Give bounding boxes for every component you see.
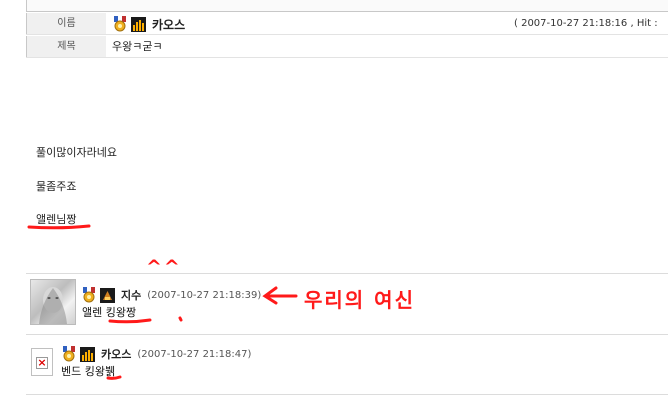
broken-image-icon: × bbox=[31, 348, 53, 376]
annotation-note: 우리의 여신 bbox=[304, 288, 415, 312]
level-icon bbox=[131, 16, 146, 32]
name-label: 이름 bbox=[26, 13, 106, 34]
post-meta: ( 2007-10-27 21:18:16 , Hit : bbox=[514, 18, 658, 29]
post-subject: 우왕ㅋ굳ㅋ bbox=[112, 40, 163, 53]
comment-text: 벤드 킹왕뷁 bbox=[61, 365, 116, 378]
annotation-smile: ^^ bbox=[146, 256, 182, 278]
comment-header: 카오스 (2007-10-27 21:18:47) bbox=[61, 346, 251, 362]
comment-divider bbox=[26, 394, 668, 395]
medal-icon bbox=[61, 346, 77, 362]
comment-text: 앨렌 킹왕짱 bbox=[82, 306, 137, 319]
comment-author[interactable]: 지수 bbox=[121, 287, 141, 303]
comment-author[interactable]: 카오스 bbox=[101, 346, 131, 362]
subject-label: 제목 bbox=[26, 36, 106, 57]
annotation-strokes bbox=[27, 224, 298, 380]
level-icon bbox=[80, 346, 95, 362]
medal-icon bbox=[112, 16, 128, 32]
level-icon bbox=[100, 287, 115, 303]
comments-divider bbox=[26, 273, 668, 274]
author-name[interactable]: 카오스 bbox=[152, 16, 185, 33]
comment-date: (2007-10-27 21:18:39) bbox=[147, 289, 262, 301]
comment-divider bbox=[26, 334, 668, 335]
post-body-line: 앨렌님짱 bbox=[36, 213, 77, 226]
post-name-row: 이름 카오스 ( 2007-10-27 21:18:16 , Hit : bbox=[26, 13, 668, 35]
post-author[interactable]: 카오스 bbox=[112, 16, 185, 32]
medal-icon bbox=[81, 287, 97, 303]
post-body-line: 물좀주죠 bbox=[36, 180, 77, 193]
post-subject-row: 제목 우왕ㅋ굳ㅋ bbox=[26, 36, 668, 58]
avatar bbox=[30, 279, 76, 325]
comment-header: 지수 (2007-10-27 21:18:39) bbox=[81, 287, 261, 303]
comment-date: (2007-10-27 21:18:47) bbox=[137, 348, 252, 360]
board-frame-top bbox=[26, 0, 668, 12]
post-body-line: 풀이많이자라네요 bbox=[36, 146, 117, 159]
